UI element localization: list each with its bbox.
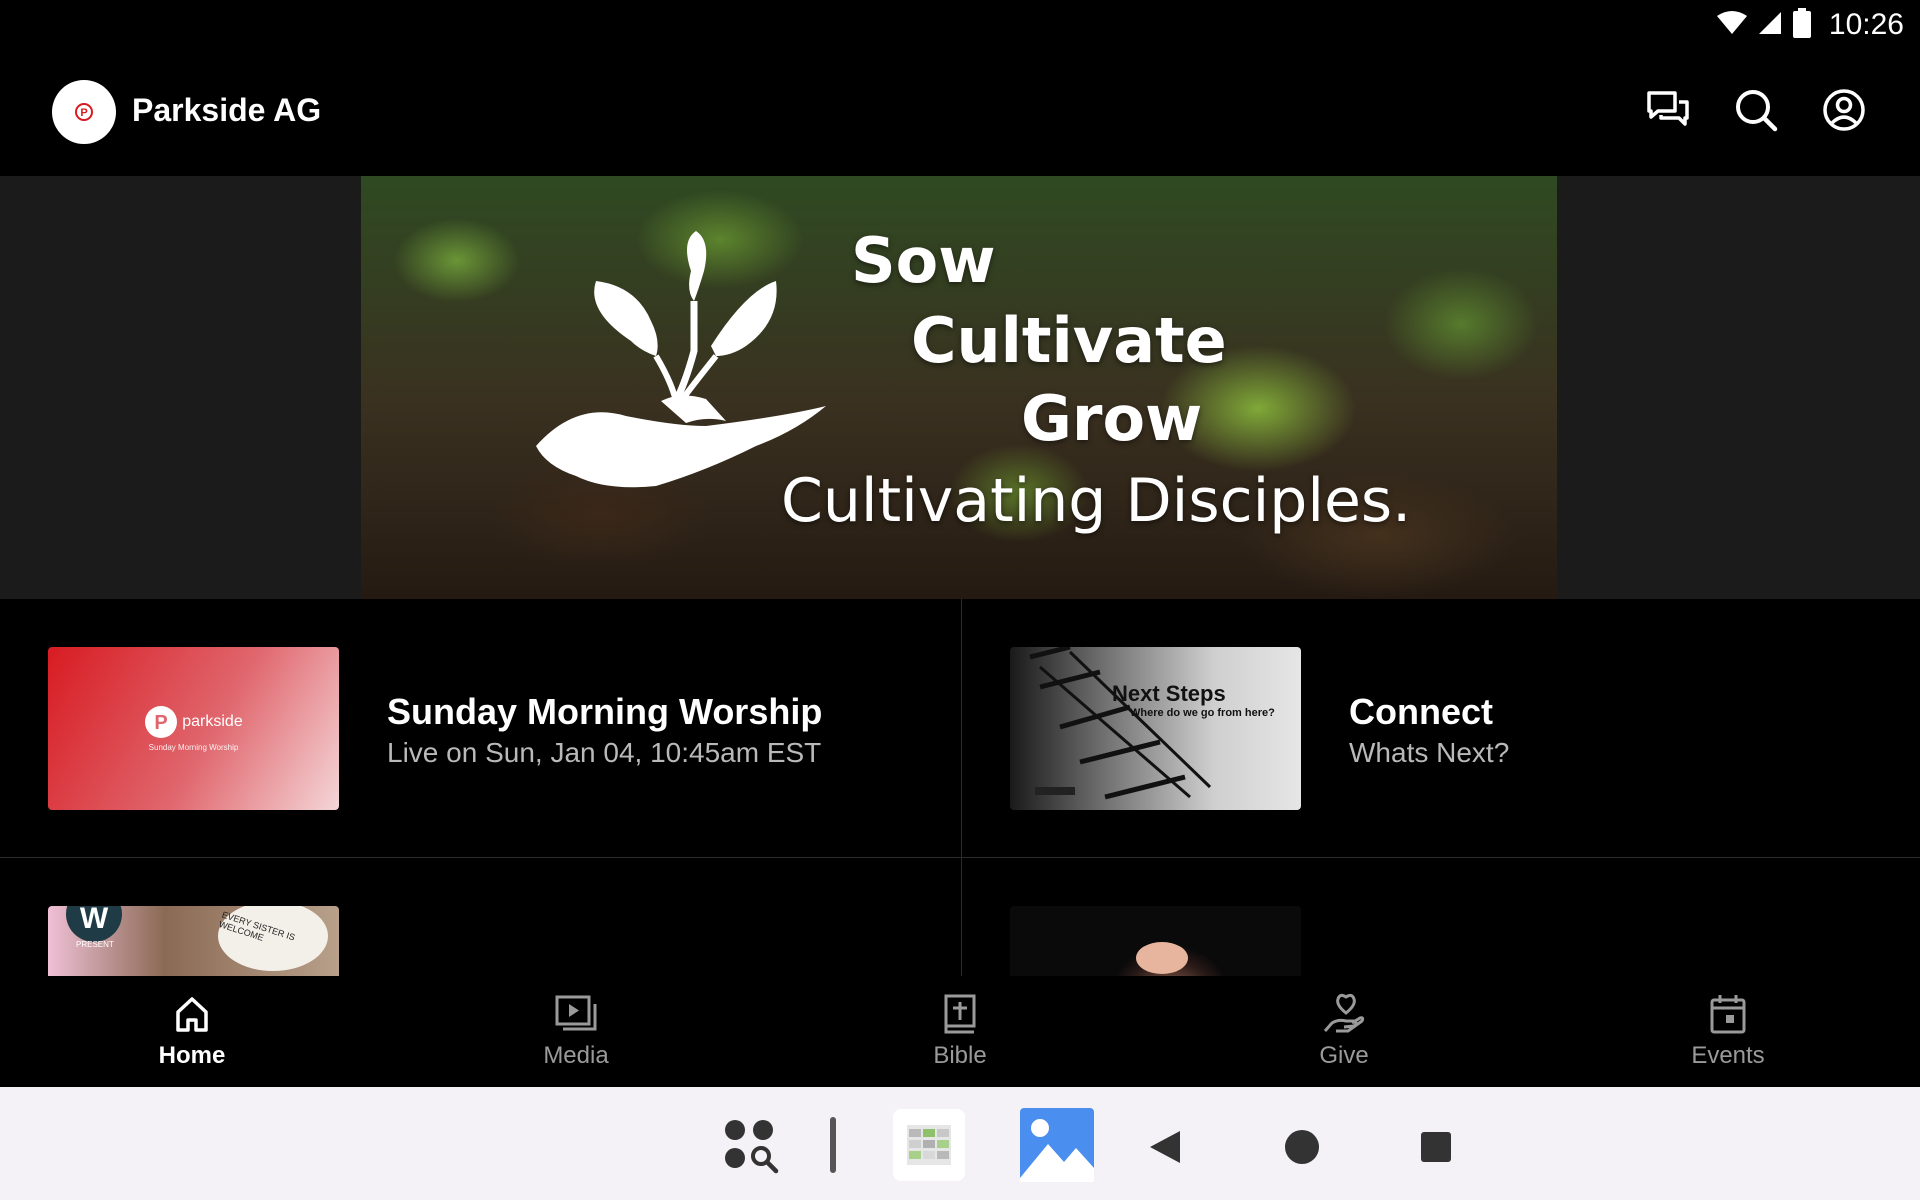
nav-give-label: Give bbox=[1319, 1042, 1369, 1069]
hero-line-grow: Grow bbox=[1021, 382, 1203, 455]
app-title: Parkside AG bbox=[132, 92, 322, 128]
nav-media-label: Media bbox=[543, 1042, 609, 1069]
media-icon bbox=[554, 992, 598, 1036]
svg-text:P: P bbox=[155, 712, 168, 734]
give-icon bbox=[1322, 992, 1366, 1036]
app-bar-actions bbox=[1644, 86, 1868, 134]
card-thumbnail: W PRESENT EVERY SISTER IS WELCOME bbox=[48, 906, 339, 976]
bottom-navigation: Home Media Bible Give Events bbox=[0, 976, 1920, 1087]
card-subtitle: Live on Sun, Jan 04, 10:45am EST bbox=[387, 737, 822, 768]
account-icon bbox=[1823, 89, 1865, 131]
card-ladies[interactable]: W PRESENT EVERY SISTER IS WELCOME bbox=[0, 858, 961, 976]
nav-home-label: Home bbox=[158, 1042, 226, 1069]
staircase-icon bbox=[1029, 647, 1212, 800]
spreadsheet-app-icon bbox=[907, 1125, 951, 1165]
nav-give[interactable]: Give bbox=[1152, 976, 1536, 1087]
card-thumbnail bbox=[1010, 906, 1301, 976]
signal-icon bbox=[1757, 10, 1783, 41]
w-badge: W bbox=[66, 906, 122, 942]
app-drawer-button[interactable] bbox=[712, 1107, 792, 1187]
parkside-logo: P parkside bbox=[144, 705, 243, 739]
app-search-icon bbox=[725, 1120, 779, 1174]
hero-banner[interactable]: Sow Cultivate Grow Cultivating Disciples… bbox=[361, 176, 1557, 599]
card-prayer[interactable] bbox=[962, 858, 1920, 976]
nav-events[interactable]: Events bbox=[1536, 976, 1920, 1087]
recents-button[interactable] bbox=[1418, 1107, 1454, 1187]
card-thumbnail: P parkside Sunday Morning Worship bbox=[48, 647, 339, 810]
status-bar: 10:26 bbox=[0, 0, 1920, 50]
home-system-button[interactable] bbox=[1280, 1107, 1324, 1187]
wifi-icon bbox=[1716, 10, 1747, 41]
parkside-p-icon: P bbox=[145, 706, 178, 738]
back-button[interactable] bbox=[1145, 1107, 1185, 1187]
content-list: P parkside Sunday Morning Worship Sunday… bbox=[0, 599, 1920, 976]
svg-text:P: P bbox=[80, 107, 87, 119]
card-connect[interactable]: Next Steps Where do we go from here? Con… bbox=[962, 599, 1920, 857]
battery-icon bbox=[1792, 7, 1811, 43]
circle-home-icon bbox=[1285, 1130, 1319, 1164]
nav-bible[interactable]: Bible bbox=[768, 976, 1152, 1087]
taskbar-app-gallery[interactable] bbox=[1020, 1108, 1094, 1182]
messages-button[interactable] bbox=[1644, 86, 1692, 134]
home-icon bbox=[170, 992, 214, 1036]
square-recents-icon bbox=[1421, 1132, 1451, 1162]
bible-icon bbox=[938, 992, 982, 1036]
hero-section: Sow Cultivate Grow Cultivating Disciples… bbox=[0, 176, 1920, 599]
gallery-app-icon bbox=[1020, 1108, 1094, 1182]
back-icon bbox=[1150, 1131, 1180, 1163]
chat-icon bbox=[1647, 91, 1689, 126]
card-thumbnail: Next Steps Where do we go from here? bbox=[1010, 647, 1301, 810]
events-icon bbox=[1706, 992, 1750, 1036]
taskbar-app-spreadsheet[interactable] bbox=[893, 1109, 965, 1181]
nav-media[interactable]: Media bbox=[384, 976, 768, 1087]
logo-mark-icon: P bbox=[75, 103, 93, 121]
search-button[interactable] bbox=[1732, 86, 1780, 134]
taskbar-divider bbox=[830, 1117, 836, 1173]
praying-hands-icon bbox=[1136, 942, 1188, 974]
hero-line-sow: Sow bbox=[851, 224, 996, 297]
search-icon bbox=[1736, 90, 1778, 132]
hero-tagline: Cultivating Disciples. bbox=[781, 466, 1412, 536]
card-title: Connect bbox=[1349, 691, 1493, 732]
nav-home[interactable]: Home bbox=[0, 976, 384, 1087]
nav-bible-label: Bible bbox=[933, 1042, 987, 1069]
hero-line-cultivate: Cultivate bbox=[911, 304, 1227, 377]
coffee-cup-icon: EVERY SISTER IS WELCOME bbox=[218, 906, 328, 971]
system-navigation-bar bbox=[0, 1087, 1920, 1200]
card-sunday-worship[interactable]: P parkside Sunday Morning Worship Sunday… bbox=[0, 599, 961, 857]
status-icons: 10:26 bbox=[1716, 6, 1904, 44]
status-time: 10:26 bbox=[1828, 8, 1904, 41]
profile-button[interactable] bbox=[1820, 86, 1868, 134]
card-subtitle: Whats Next? bbox=[1349, 737, 1510, 768]
app-bar: P Parkside AG bbox=[0, 50, 1920, 176]
church-logo[interactable]: P bbox=[52, 80, 116, 144]
nav-events-label: Events bbox=[1691, 1042, 1765, 1069]
card-title: Sunday Morning Worship bbox=[387, 691, 823, 732]
